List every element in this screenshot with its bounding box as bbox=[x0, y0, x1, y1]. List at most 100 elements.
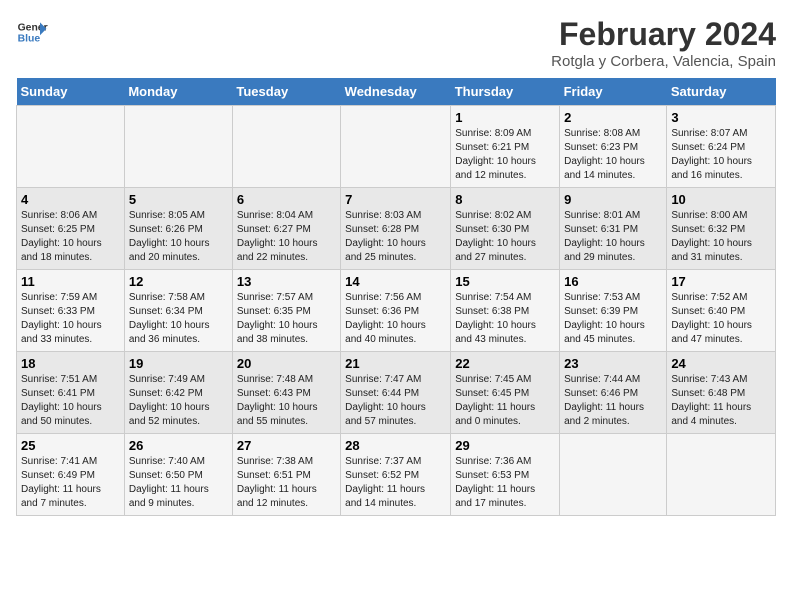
calendar-cell: 4Sunrise: 8:06 AM Sunset: 6:25 PM Daylig… bbox=[17, 188, 125, 270]
calendar-cell bbox=[124, 106, 232, 188]
calendar-week-row: 18Sunrise: 7:51 AM Sunset: 6:41 PM Dayli… bbox=[17, 352, 776, 434]
calendar-cell: 9 Sunrise: 8:01 AM Sunset: 6:31 PM Daylig… bbox=[560, 188, 667, 270]
day-number: 7 bbox=[345, 192, 446, 207]
calendar-week-row: 1 Sunrise: 8:09 AM Sunset: 6:21 PM Daylig… bbox=[17, 106, 776, 188]
day-number: 11 bbox=[21, 274, 120, 289]
day-number: 20 bbox=[237, 356, 336, 371]
day-info: Sunrise: 8:01 AM Sunset: 6:31 PM Dayligh… bbox=[564, 209, 662, 265]
svg-text:Blue: Blue bbox=[18, 34, 41, 45]
day-info: Sunrise: 8:08 AM Sunset: 6:23 PM Dayligh… bbox=[564, 127, 662, 183]
calendar-cell: 12 Sunrise: 7:58 AM Sunset: 6:34 PM Dayli… bbox=[124, 270, 232, 352]
day-number: 27 bbox=[237, 438, 336, 453]
calendar-cell bbox=[232, 106, 340, 188]
calendar-cell: 11Sunrise: 7:59 AM Sunset: 6:33 PM Dayli… bbox=[17, 270, 125, 352]
day-number: 1 bbox=[455, 110, 555, 125]
day-number: 28 bbox=[345, 438, 446, 453]
day-number: 23 bbox=[564, 356, 662, 371]
calendar-cell: 26Sunrise: 7:40 AM Sunset: 6:50 PM Dayli… bbox=[124, 434, 232, 516]
day-info: Sunrise: 7:40 AM Sunset: 6:50 PM Dayligh… bbox=[129, 455, 228, 511]
title-section: February 2024 Rotgla y Corbera, Valencia… bbox=[551, 16, 776, 70]
calendar-table: SundayMondayTuesdayWednesdayThursdayFrid… bbox=[16, 78, 776, 516]
calendar-cell bbox=[17, 106, 125, 188]
calendar-week-row: 11Sunrise: 7:59 AM Sunset: 6:33 PM Dayli… bbox=[17, 270, 776, 352]
calendar-week-row: 25 Sunrise: 7:41 AM Sunset: 6:49 PM Dayli… bbox=[17, 434, 776, 516]
day-info: Sunrise: 7:36 AM Sunset: 6:53 PM Dayligh… bbox=[455, 455, 555, 511]
day-info: Sunrise: 7:48 AM Sunset: 6:43 PM Dayligh… bbox=[237, 373, 336, 429]
calendar-cell: 5 Sunrise: 8:05 AM Sunset: 6:26 PM Daylig… bbox=[124, 188, 232, 270]
calendar-cell: 23 Sunrise: 7:44 AM Sunset: 6:46 PM Dayli… bbox=[560, 352, 667, 434]
calendar-cell: 21 Sunrise: 7:47 AM Sunset: 6:44 PM Dayli… bbox=[341, 352, 451, 434]
calendar-cell bbox=[667, 434, 776, 516]
calendar-week-row: 4Sunrise: 8:06 AM Sunset: 6:25 PM Daylig… bbox=[17, 188, 776, 270]
day-info: Sunrise: 7:53 AM Sunset: 6:39 PM Dayligh… bbox=[564, 291, 662, 347]
day-info: Sunrise: 7:58 AM Sunset: 6:34 PM Dayligh… bbox=[129, 291, 228, 347]
day-number: 8 bbox=[455, 192, 555, 207]
days-header-row: SundayMondayTuesdayWednesdayThursdayFrid… bbox=[17, 78, 776, 106]
day-info: Sunrise: 7:44 AM Sunset: 6:46 PM Dayligh… bbox=[564, 373, 662, 429]
day-info: Sunrise: 7:56 AM Sunset: 6:36 PM Dayligh… bbox=[345, 291, 446, 347]
day-number: 14 bbox=[345, 274, 446, 289]
calendar-cell: 27Sunrise: 7:38 AM Sunset: 6:51 PM Dayli… bbox=[232, 434, 340, 516]
calendar-cell: 15Sunrise: 7:54 AM Sunset: 6:38 PM Dayli… bbox=[451, 270, 560, 352]
day-info: Sunrise: 8:05 AM Sunset: 6:26 PM Dayligh… bbox=[129, 209, 228, 265]
day-header: Monday bbox=[124, 78, 232, 106]
logo: General Blue bbox=[16, 16, 48, 48]
logo-icon: General Blue bbox=[16, 16, 48, 48]
calendar-cell: 29Sunrise: 7:36 AM Sunset: 6:53 PM Dayli… bbox=[451, 434, 560, 516]
day-number: 18 bbox=[21, 356, 120, 371]
day-header: Sunday bbox=[17, 78, 125, 106]
calendar-cell: 20 Sunrise: 7:48 AM Sunset: 6:43 PM Dayli… bbox=[232, 352, 340, 434]
day-number: 5 bbox=[129, 192, 228, 207]
day-number: 22 bbox=[455, 356, 555, 371]
day-info: Sunrise: 8:07 AM Sunset: 6:24 PM Dayligh… bbox=[671, 127, 771, 183]
day-number: 17 bbox=[671, 274, 771, 289]
calendar-cell: 10 Sunrise: 8:00 AM Sunset: 6:32 PM Dayli… bbox=[667, 188, 776, 270]
day-info: Sunrise: 8:04 AM Sunset: 6:27 PM Dayligh… bbox=[237, 209, 336, 265]
calendar-cell: 18Sunrise: 7:51 AM Sunset: 6:41 PM Dayli… bbox=[17, 352, 125, 434]
calendar-cell: 7 Sunrise: 8:03 AM Sunset: 6:28 PM Daylig… bbox=[341, 188, 451, 270]
calendar-cell bbox=[560, 434, 667, 516]
day-info: Sunrise: 7:41 AM Sunset: 6:49 PM Dayligh… bbox=[21, 455, 120, 511]
day-header: Tuesday bbox=[232, 78, 340, 106]
calendar-cell: 8 Sunrise: 8:02 AM Sunset: 6:30 PM Daylig… bbox=[451, 188, 560, 270]
month-title: February 2024 bbox=[551, 16, 776, 53]
day-number: 24 bbox=[671, 356, 771, 371]
day-info: Sunrise: 8:03 AM Sunset: 6:28 PM Dayligh… bbox=[345, 209, 446, 265]
day-info: Sunrise: 7:45 AM Sunset: 6:45 PM Dayligh… bbox=[455, 373, 555, 429]
day-number: 2 bbox=[564, 110, 662, 125]
calendar-cell: 2 Sunrise: 8:08 AM Sunset: 6:23 PM Daylig… bbox=[560, 106, 667, 188]
day-header: Wednesday bbox=[341, 78, 451, 106]
day-header: Friday bbox=[560, 78, 667, 106]
day-header: Saturday bbox=[667, 78, 776, 106]
day-number: 25 bbox=[21, 438, 120, 453]
calendar-cell: 1 Sunrise: 8:09 AM Sunset: 6:21 PM Daylig… bbox=[451, 106, 560, 188]
day-number: 3 bbox=[671, 110, 771, 125]
calendar-cell: 13 Sunrise: 7:57 AM Sunset: 6:35 PM Dayli… bbox=[232, 270, 340, 352]
day-number: 10 bbox=[671, 192, 771, 207]
day-number: 12 bbox=[129, 274, 228, 289]
calendar-cell: 24 Sunrise: 7:43 AM Sunset: 6:48 PM Dayli… bbox=[667, 352, 776, 434]
day-number: 19 bbox=[129, 356, 228, 371]
day-number: 9 bbox=[564, 192, 662, 207]
day-number: 21 bbox=[345, 356, 446, 371]
day-info: Sunrise: 7:54 AM Sunset: 6:38 PM Dayligh… bbox=[455, 291, 555, 347]
day-info: Sunrise: 7:52 AM Sunset: 6:40 PM Dayligh… bbox=[671, 291, 771, 347]
page-header: General Blue February 2024 Rotgla y Corb… bbox=[16, 16, 776, 70]
day-info: Sunrise: 8:00 AM Sunset: 6:32 PM Dayligh… bbox=[671, 209, 771, 265]
day-info: Sunrise: 8:09 AM Sunset: 6:21 PM Dayligh… bbox=[455, 127, 555, 183]
day-info: Sunrise: 8:02 AM Sunset: 6:30 PM Dayligh… bbox=[455, 209, 555, 265]
day-number: 13 bbox=[237, 274, 336, 289]
calendar-cell: 28Sunrise: 7:37 AM Sunset: 6:52 PM Dayli… bbox=[341, 434, 451, 516]
day-info: Sunrise: 7:43 AM Sunset: 6:48 PM Dayligh… bbox=[671, 373, 771, 429]
location-title: Rotgla y Corbera, Valencia, Spain bbox=[551, 53, 776, 70]
day-info: Sunrise: 7:57 AM Sunset: 6:35 PM Dayligh… bbox=[237, 291, 336, 347]
calendar-cell: 16Sunrise: 7:53 AM Sunset: 6:39 PM Dayli… bbox=[560, 270, 667, 352]
calendar-cell: 25 Sunrise: 7:41 AM Sunset: 6:49 PM Dayli… bbox=[17, 434, 125, 516]
day-header: Thursday bbox=[451, 78, 560, 106]
day-number: 6 bbox=[237, 192, 336, 207]
day-info: Sunrise: 8:06 AM Sunset: 6:25 PM Dayligh… bbox=[21, 209, 120, 265]
day-info: Sunrise: 7:47 AM Sunset: 6:44 PM Dayligh… bbox=[345, 373, 446, 429]
calendar-cell: 17 Sunrise: 7:52 AM Sunset: 6:40 PM Dayli… bbox=[667, 270, 776, 352]
calendar-cell: 6 Sunrise: 8:04 AM Sunset: 6:27 PM Daylig… bbox=[232, 188, 340, 270]
calendar-cell: 19Sunrise: 7:49 AM Sunset: 6:42 PM Dayli… bbox=[124, 352, 232, 434]
